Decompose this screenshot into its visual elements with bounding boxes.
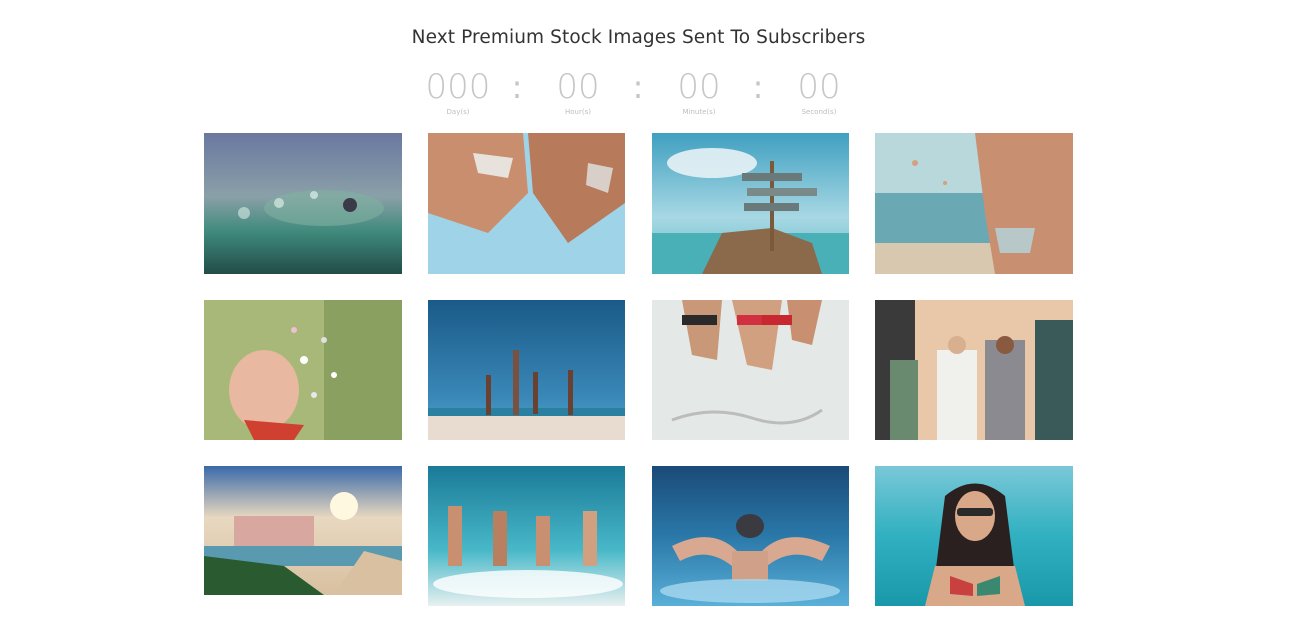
minutes-label: Minute(s) — [682, 108, 716, 116]
countdown-seconds: 00 Second(s) — [759, 66, 879, 117]
stock-image-beach-cartwheel[interactable] — [428, 300, 625, 440]
stock-image-swimmer-butterfly[interactable] — [652, 466, 849, 606]
stock-image-atlantis-resort[interactable] — [204, 466, 402, 595]
countdown-timer: 000 Day(s) : 00 Hour(s) : 00 Minute(s) :… — [0, 66, 1301, 126]
countdown-minutes: 00 Minute(s) — [639, 66, 759, 117]
stock-image-wedding-arch[interactable] — [875, 300, 1073, 440]
stock-image-confetti-beach[interactable] — [875, 133, 1073, 274]
seconds-label: Second(s) — [801, 108, 837, 116]
stock-image-woman-blowing-glitter[interactable] — [204, 300, 402, 440]
stock-image-water-splash[interactable] — [204, 133, 402, 274]
hours-value: 00 — [556, 67, 600, 107]
page-title: Next Premium Stock Images Sent To Subscr… — [411, 27, 866, 48]
minutes-value: 00 — [677, 67, 721, 107]
stock-image-friends-sand[interactable] — [652, 300, 849, 440]
countdown-days: 000 Day(s) — [398, 66, 518, 117]
stock-image-friends-from-below[interactable] — [428, 133, 625, 274]
countdown-hours: 00 Hour(s) — [518, 66, 638, 117]
stock-image-friends-running-sea[interactable] — [428, 466, 625, 606]
hours-label: Hour(s) — [565, 108, 591, 116]
days-value: 000 — [425, 67, 491, 107]
seconds-value: 00 — [797, 67, 841, 107]
stock-image-beach-signpost[interactable] — [652, 133, 849, 274]
stock-image-woman-sunglasses-beach[interactable] — [875, 466, 1073, 606]
days-label: Day(s) — [446, 108, 470, 116]
